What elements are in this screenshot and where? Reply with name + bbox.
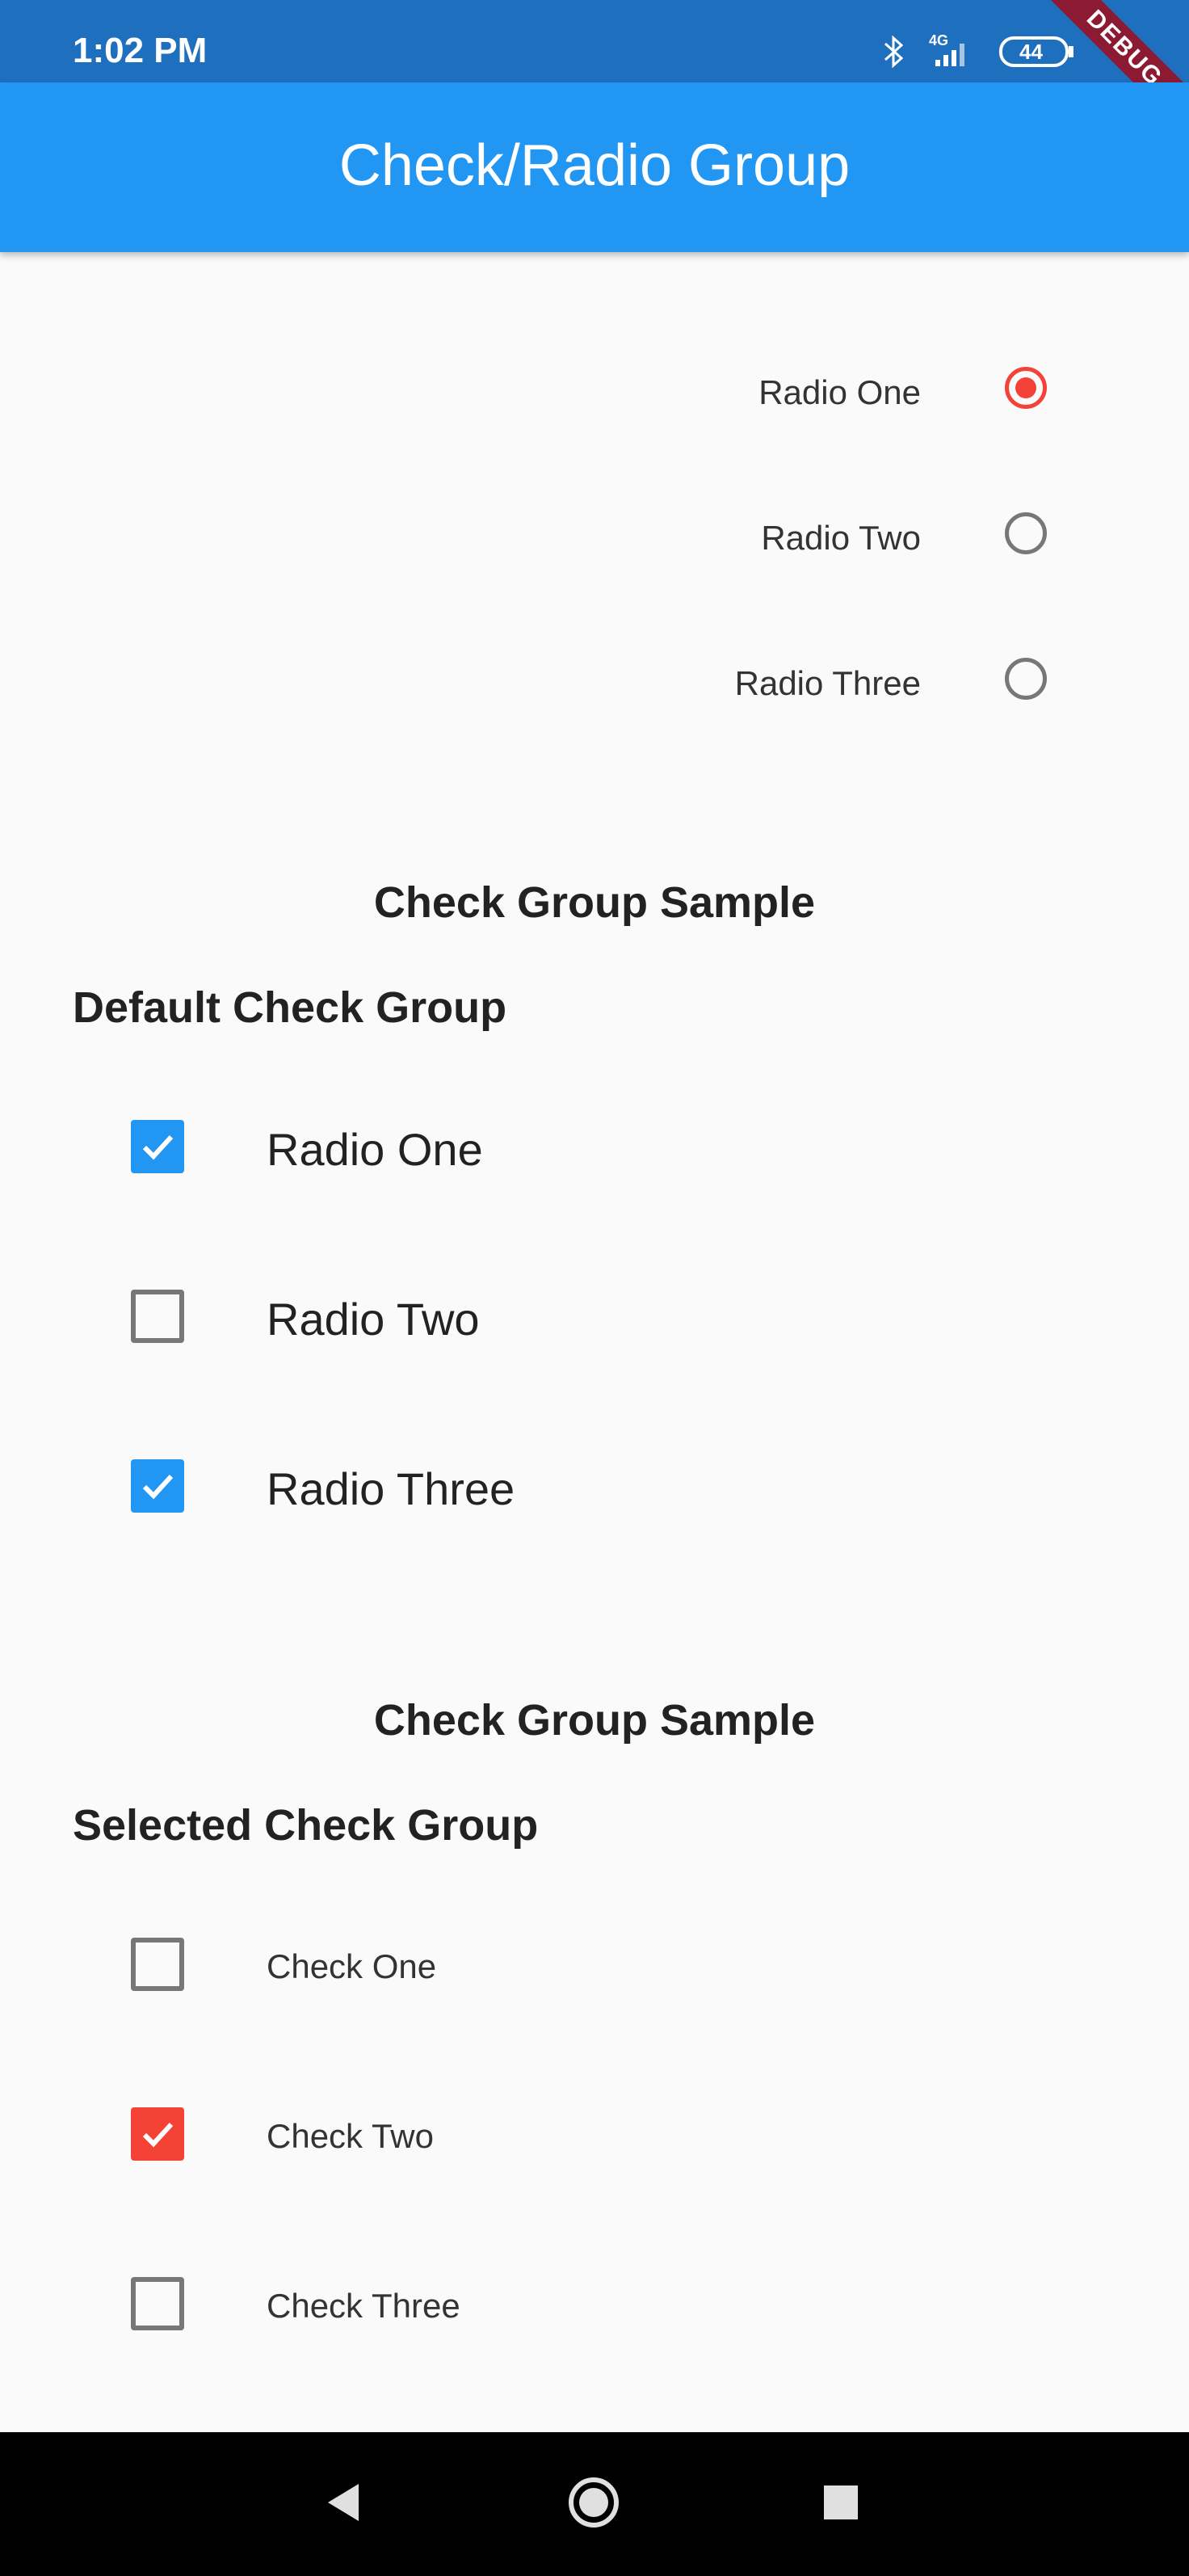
checkbox-label: Check Three <box>267 2287 460 2325</box>
status-time: 1:02 PM <box>73 31 208 70</box>
battery-icon: 44 <box>998 36 1076 68</box>
checkbox-item-one[interactable]: Radio One <box>0 1099 1189 1196</box>
battery-level: 44 <box>1019 40 1043 64</box>
radio-item-three[interactable]: Radio Three <box>0 633 1189 730</box>
network-type: 4G <box>929 32 949 48</box>
recents-icon[interactable] <box>813 2474 869 2531</box>
radio-label: Radio Two <box>761 519 921 557</box>
radio-button-selected[interactable] <box>1005 367 1047 409</box>
checkbox-checked[interactable] <box>131 2107 184 2161</box>
checkbox-item-one[interactable]: Check One <box>0 1917 1189 2014</box>
checkbox-item-two[interactable]: Check Two <box>0 2086 1189 2183</box>
status-bar: 1:02 PM 4G 44 <box>0 0 1189 82</box>
checkbox-label: Radio Three <box>267 1463 515 1514</box>
check-icon <box>142 1134 174 1160</box>
page-title: Check/Radio Group <box>338 133 851 198</box>
signal-icon: 4G <box>924 32 981 69</box>
checkbox-label: Check Two <box>267 2117 434 2155</box>
checkbox-unchecked[interactable] <box>131 2277 184 2330</box>
group-title: Selected Check Group <box>73 1801 539 1850</box>
section-title: Check Group Sample <box>373 1696 816 1745</box>
app-bar: Check/Radio Group <box>0 82 1189 252</box>
radio-label: Radio Three <box>734 664 921 702</box>
checkbox-label: Radio One <box>267 1124 483 1175</box>
checkbox-checked[interactable] <box>131 1459 184 1513</box>
home-icon[interactable] <box>565 2474 622 2531</box>
radio-button[interactable] <box>1005 512 1047 554</box>
checkbox-item-three[interactable]: Check Three <box>0 2256 1189 2353</box>
radio-label: Radio One <box>758 373 921 411</box>
check-icon <box>142 2122 174 2148</box>
status-icons: 4G 44 <box>882 31 1076 73</box>
radio-item-one[interactable]: Radio One <box>0 343 1189 440</box>
checkbox-unchecked[interactable] <box>131 1290 184 1343</box>
checkbox-label: Radio Two <box>267 1294 480 1345</box>
radio-item-two[interactable]: Radio Two <box>0 488 1189 585</box>
navigation-bar <box>0 2432 1189 2576</box>
checkbox-unchecked[interactable] <box>131 1938 184 1991</box>
section-title: Check Group Sample <box>373 878 816 927</box>
check-icon <box>142 1474 174 1500</box>
checkbox-checked[interactable] <box>131 1120 184 1173</box>
checkbox-label: Check One <box>267 1947 437 1985</box>
group-title: Default Check Group <box>73 983 507 1032</box>
radio-button[interactable] <box>1005 658 1047 700</box>
checkbox-item-three[interactable]: Radio Three <box>0 1438 1189 1535</box>
checkbox-item-two[interactable]: Radio Two <box>0 1269 1189 1366</box>
bluetooth-icon <box>882 34 906 69</box>
back-icon[interactable] <box>317 2474 373 2531</box>
